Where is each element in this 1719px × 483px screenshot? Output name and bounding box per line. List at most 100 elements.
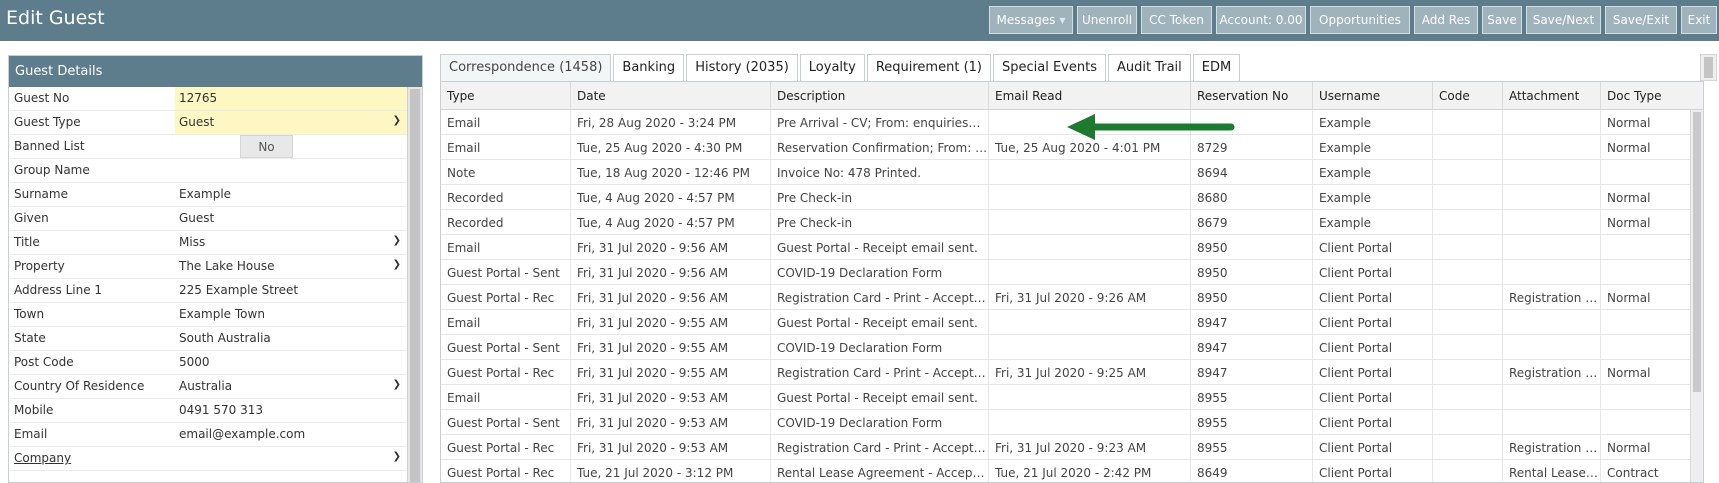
scrollbar-thumb[interactable] xyxy=(1693,112,1701,392)
property-select[interactable]: The Lake House ❯ xyxy=(175,255,409,278)
table-row[interactable]: Guest Portal - Rec Tue, 21 Jul 2020 - 3:1… xyxy=(441,460,1703,482)
table-cell: 8680 xyxy=(1191,185,1313,210)
scrollbar-thumb[interactable] xyxy=(1704,57,1713,78)
country-select[interactable]: Australia ❯ xyxy=(175,375,409,398)
title-label: Title xyxy=(14,235,40,249)
table-cell xyxy=(1503,410,1601,435)
table-cell: Pre Check-in xyxy=(771,210,989,235)
table-cell: 8947 xyxy=(1191,335,1313,360)
table-row[interactable]: Note Tue, 18 Aug 2020 - 12:46 PM Invoice N… xyxy=(441,160,1703,185)
table-cell xyxy=(1503,310,1601,335)
tab-history[interactable]: History (2035) xyxy=(686,54,798,81)
tab-audit-trail[interactable]: Audit Trail xyxy=(1107,54,1191,81)
town-field[interactable]: Example Town xyxy=(175,303,409,326)
add-res-button[interactable]: Add Res xyxy=(1414,6,1478,34)
col-description-header[interactable]: Description xyxy=(771,82,989,110)
table-cell: Client Portal xyxy=(1313,410,1433,435)
table-cell: 8649 xyxy=(1191,460,1313,482)
unenroll-button[interactable]: Unenroll xyxy=(1077,6,1137,34)
chevron-down-icon: ❯ xyxy=(392,235,401,246)
table-row[interactable]: Recorded Tue, 4 Aug 2020 - 4:57 PM Pre Che… xyxy=(441,185,1703,210)
table-cell: Email xyxy=(441,235,571,260)
table-cell xyxy=(1503,335,1601,360)
account-button[interactable]: Account: 0.00 xyxy=(1216,6,1306,34)
table-row[interactable]: Recorded Tue, 4 Aug 2020 - 4:57 PM Pre Che… xyxy=(441,210,1703,235)
table-cell: Email xyxy=(441,135,571,160)
table-cell: Guest Portal - Sent xyxy=(441,260,571,285)
save-button[interactable]: Save xyxy=(1482,6,1522,34)
table-cell xyxy=(1503,110,1601,135)
top-header-bar: Edit Guest Messages ▼ Unenroll CC Token … xyxy=(0,0,1719,41)
tab-requirement[interactable]: Requirement (1) xyxy=(866,54,991,81)
table-cell: Fri, 31 Jul 2020 - 9:53 AM xyxy=(571,435,771,460)
table-row[interactable]: Email Fri, 31 Jul 2020 - 9:55 AM Guest Por… xyxy=(441,310,1703,335)
group-name-field[interactable] xyxy=(175,159,409,182)
table-row[interactable]: Guest Portal - Rec Fri, 31 Jul 2020 - 9:5… xyxy=(441,285,1703,310)
company-select[interactable]: ❯ xyxy=(175,447,409,470)
table-row[interactable]: Email Fri, 31 Jul 2020 - 9:56 AM Guest Por… xyxy=(441,235,1703,260)
table-cell: Email xyxy=(441,385,571,410)
col-code-header[interactable]: Code xyxy=(1433,82,1503,110)
table-cell: Example xyxy=(1313,210,1433,235)
col-reservation-no-header[interactable]: Reservation No xyxy=(1191,82,1313,110)
cc-token-button[interactable]: CC Token xyxy=(1141,6,1212,34)
col-attachment-header[interactable]: Attachment xyxy=(1503,82,1601,110)
grid-scrollbar[interactable] xyxy=(1690,110,1703,482)
opportunities-button[interactable]: Opportunities xyxy=(1310,6,1410,34)
email-field[interactable]: email@example.com xyxy=(175,423,409,446)
tab-special-events[interactable]: Special Events xyxy=(992,54,1106,81)
surname-field[interactable]: Example xyxy=(175,183,409,206)
save-next-button[interactable]: Save/Next xyxy=(1526,6,1601,34)
table-cell: Registration Card - Print - Accepted xyxy=(771,360,989,385)
table-cell: Contract xyxy=(1601,460,1703,482)
banned-list-toggle[interactable]: No xyxy=(240,135,293,158)
table-cell xyxy=(1503,160,1601,185)
table-cell xyxy=(1433,310,1503,335)
state-field[interactable]: South Australia xyxy=(175,327,409,350)
tab-banking[interactable]: Banking xyxy=(613,54,685,81)
table-cell: Tue, 25 Aug 2020 - 4:30 PM xyxy=(571,135,771,160)
company-link[interactable]: Company xyxy=(14,451,71,465)
chevron-down-icon: ▼ xyxy=(1059,15,1066,25)
table-cell: Client Portal xyxy=(1313,235,1433,260)
col-type-header[interactable]: Type xyxy=(441,82,571,110)
table-row[interactable]: Guest Portal - Sent Fri, 31 Jul 2020 - 9:… xyxy=(441,335,1703,360)
table-row[interactable]: Guest Portal - Sent Fri, 31 Jul 2020 - 9:… xyxy=(441,260,1703,285)
title-row: Title Miss ❯ xyxy=(9,231,409,255)
guest-no-field[interactable]: 12765 xyxy=(175,87,409,110)
exit-button[interactable]: Exit xyxy=(1681,6,1717,34)
given-field[interactable]: Guest xyxy=(175,207,409,230)
table-cell: Registration Card - Print - Accepted xyxy=(771,435,989,460)
tab-edm[interactable]: EDM xyxy=(1192,54,1241,81)
tab-correspondence[interactable]: Correspondence (1458) xyxy=(440,54,612,81)
title-select[interactable]: Miss ❯ xyxy=(175,231,409,254)
table-cell: Fri, 28 Aug 2020 - 3:24 PM xyxy=(571,110,771,135)
col-email-read-header[interactable]: Email Read xyxy=(989,82,1191,110)
post-code-field[interactable]: 5000 xyxy=(175,351,409,374)
address-line-1-field[interactable]: 225 Example Street xyxy=(175,279,409,302)
chevron-down-icon: ❯ xyxy=(392,379,401,390)
table-cell: COVID-19 Declaration Form xyxy=(771,410,989,435)
tab-loyalty[interactable]: Loyalty xyxy=(799,54,865,81)
guest-type-select[interactable]: Guest ❯ xyxy=(175,111,409,134)
tabs-scrollbar[interactable] xyxy=(1700,54,1717,81)
table-cell: Fri, 31 Jul 2020 - 9:53 AM xyxy=(571,385,771,410)
table-row[interactable]: Guest Portal - Rec Fri, 31 Jul 2020 - 9:5… xyxy=(441,435,1703,460)
table-row[interactable]: Email Fri, 31 Jul 2020 - 9:53 AM Guest Por… xyxy=(441,385,1703,410)
table-cell: Fri, 31 Jul 2020 - 9:55 AM xyxy=(571,360,771,385)
table-cell: Rental Lease Agreement - Accepted xyxy=(771,460,989,482)
guest-details-panel: Guest Details Guest No 12765 Guest Type … xyxy=(8,55,423,483)
page-title: Edit Guest xyxy=(6,7,105,29)
mobile-field[interactable]: 0491 570 313 xyxy=(175,399,409,422)
table-cell: Invoice No: 478 Printed. xyxy=(771,160,989,185)
col-doc-type-header[interactable]: Doc Type xyxy=(1601,82,1703,110)
table-cell xyxy=(1433,110,1503,135)
table-row[interactable]: Guest Portal - Sent Fri, 31 Jul 2020 - 9:… xyxy=(441,410,1703,435)
guest-details-scrollbar[interactable] xyxy=(407,87,422,482)
scrollbar-thumb[interactable] xyxy=(410,89,420,482)
messages-button[interactable]: Messages ▼ xyxy=(989,6,1073,34)
col-date-header[interactable]: Date xyxy=(571,82,771,110)
save-exit-button[interactable]: Save/Exit xyxy=(1605,6,1677,34)
table-row[interactable]: Guest Portal - Rec Fri, 31 Jul 2020 - 9:5… xyxy=(441,360,1703,385)
col-username-header[interactable]: Username xyxy=(1313,82,1433,110)
